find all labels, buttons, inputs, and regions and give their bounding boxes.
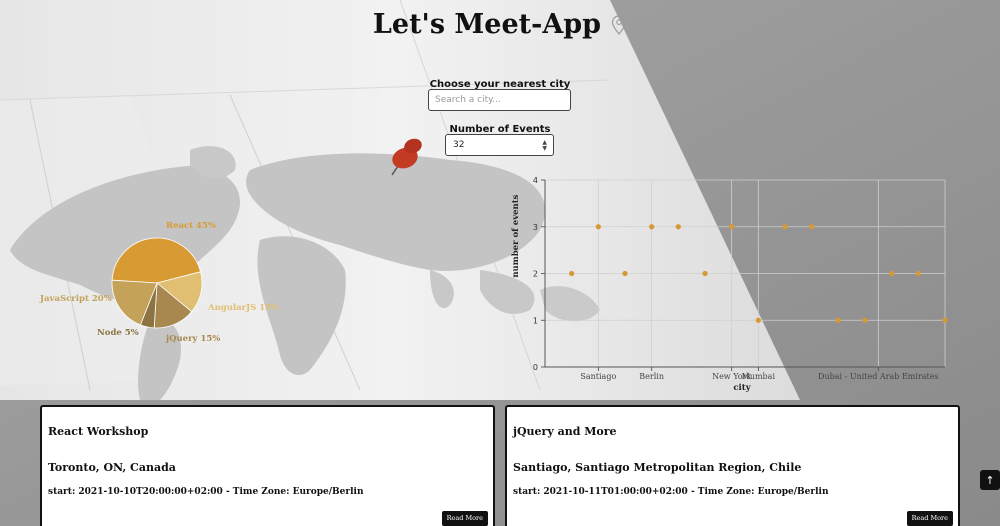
scatter-point[interactable] xyxy=(649,224,655,230)
scroll-to-top-button[interactable]: ↑ xyxy=(980,470,1000,490)
event-start: start: 2021-10-10T20:00:00+02:00 - Time … xyxy=(48,487,364,497)
pie-label-jquery: jQuery 15% xyxy=(165,334,220,344)
event-start: start: 2021-10-11T01:00:00+02:00 - Time … xyxy=(513,487,829,497)
y-tick-label: 4 xyxy=(533,176,538,185)
read-more-button[interactable]: Read More xyxy=(906,511,953,526)
scatter-point[interactable] xyxy=(835,317,841,323)
number-of-events-input[interactable]: 32 ▲ ▼ xyxy=(445,134,554,156)
read-more-button[interactable]: Read More xyxy=(441,511,488,526)
y-tick-label: 0 xyxy=(533,363,538,372)
pie-label-javascript: JavaScript 20% xyxy=(39,294,112,304)
scatter-point[interactable] xyxy=(942,317,948,323)
scatter-point[interactable] xyxy=(782,224,788,230)
y-tick-label: 3 xyxy=(533,223,538,232)
x-tick-label: Berlin xyxy=(639,372,664,381)
genre-pie-chart: React 45% AngularJS 15% jQuery 15% Node 5% J… xyxy=(39,221,279,344)
event-card: jQuery and More Santiago, Santiago Metro… xyxy=(505,405,960,526)
x-tick-label: Mumbai xyxy=(742,372,776,381)
y-tick-label: 2 xyxy=(533,270,538,279)
number-of-events-value: 32 xyxy=(453,140,465,150)
scatter-point[interactable] xyxy=(755,317,761,323)
scatter-point[interactable] xyxy=(889,270,895,277)
city-search-input[interactable] xyxy=(428,89,571,111)
scatter-point[interactable] xyxy=(595,224,601,230)
event-location: Santiago, Santiago Metropolitan Region, … xyxy=(513,461,802,474)
scatter-point[interactable] xyxy=(702,270,708,277)
events-scatter-chart: 01234Santiago Berlin New YorkMumbai Dubai -… xyxy=(511,176,948,393)
scatter-point[interactable] xyxy=(675,224,681,230)
y-tick-label: 1 xyxy=(533,316,538,325)
arrow-up-icon: ↑ xyxy=(985,473,995,487)
pie-label-react: React 45% xyxy=(166,221,216,231)
scatter-point[interactable] xyxy=(622,270,628,277)
x-tick-label: Santiago xyxy=(580,372,616,381)
event-summary: jQuery and More xyxy=(513,425,617,438)
pie-label-node: Node 5% xyxy=(97,328,139,338)
stepper-arrows-icon[interactable]: ▲ ▼ xyxy=(542,140,547,152)
scatter-point[interactable] xyxy=(809,224,815,230)
event-summary: React Workshop xyxy=(48,425,149,438)
scatter-point[interactable] xyxy=(569,270,575,277)
location-pin-icon xyxy=(611,14,627,35)
page-title: Let's Meet-App xyxy=(0,9,1000,40)
event-card: React Workshop Toronto, ON, Canada start… xyxy=(40,405,495,526)
app-title-text: Let's Meet-App xyxy=(372,9,602,40)
scatter-point[interactable] xyxy=(915,270,921,277)
pie-label-angularjs: AngularJS 15% xyxy=(207,303,279,313)
scatter-point[interactable] xyxy=(862,317,868,323)
x-axis-label: city xyxy=(733,383,751,393)
event-location: Toronto, ON, Canada xyxy=(48,461,176,474)
x-tick-label: Dubai - United Arab Emirates xyxy=(818,372,939,381)
y-axis-label: number of events xyxy=(511,194,521,277)
scatter-point[interactable] xyxy=(729,224,735,230)
